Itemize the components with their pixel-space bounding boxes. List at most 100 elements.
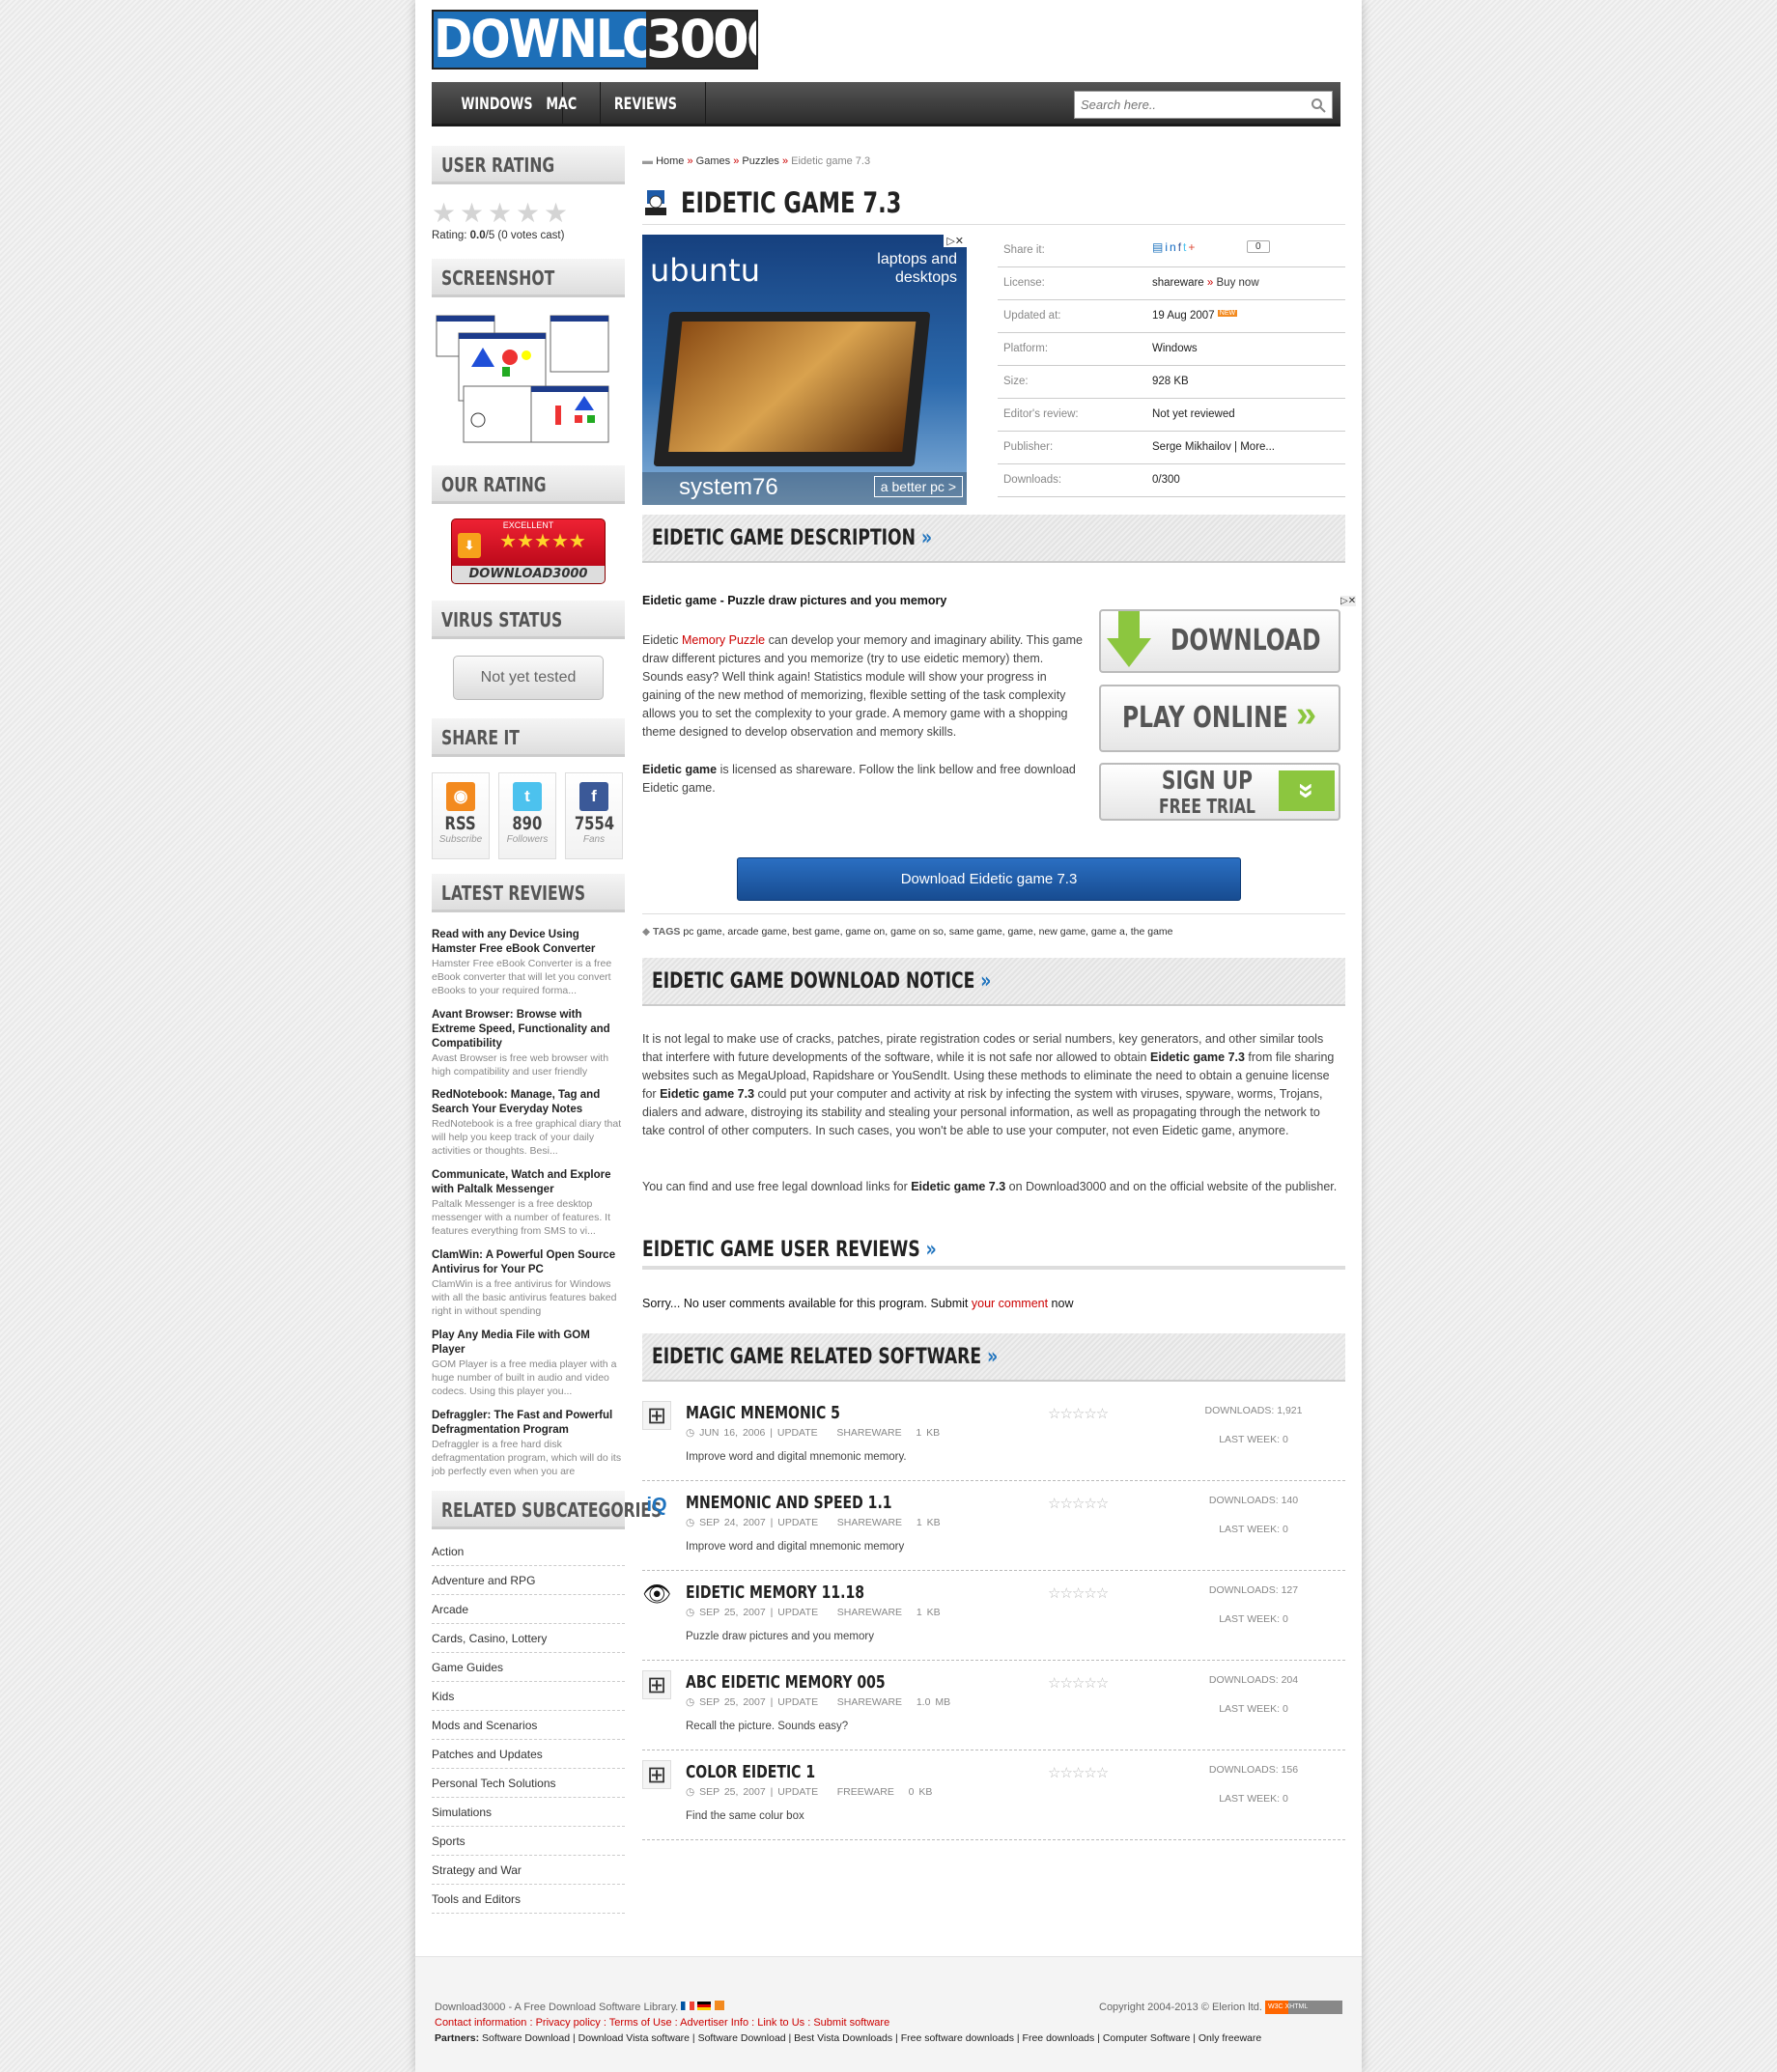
related-item: ⊞ MAGIC MNEMONIC 5 ◷ JUN 16, 2006 | UPDA… <box>642 1391 1345 1481</box>
review-title[interactable]: Play Any Media File with GOM Player <box>432 1329 625 1358</box>
subcategory-item[interactable]: Game Guides <box>432 1653 625 1682</box>
site-logo[interactable]: DOWNLOAD 3000 <box>432 10 758 70</box>
download-button[interactable]: Download Eidetic game 7.3 <box>737 857 1241 901</box>
footer-link[interactable]: Link to Us <box>757 2017 804 2029</box>
review-desc: ClamWin is a free antivirus for Windows … <box>432 1278 617 1317</box>
breadcrumb-puzzles[interactable]: Puzzles <box>742 155 779 167</box>
related-item-name[interactable]: ABC EIDETIC MEMORY 005 <box>686 1672 886 1693</box>
description-title: EIDETIC GAME DESCRIPTION » <box>652 526 933 550</box>
footer-link[interactable]: Privacy policy <box>536 2017 601 2029</box>
rss-icon: ◉ <box>446 782 475 811</box>
no-comments-text: Sorry... No user comments available for … <box>642 1297 1074 1310</box>
footer-link[interactable]: Terms of Use <box>609 2017 672 2029</box>
star-icon[interactable]: ★ <box>460 200 486 227</box>
subcategory-item[interactable]: Mods and Scenarios <box>432 1711 625 1740</box>
star-icon[interactable]: ★ <box>544 200 570 227</box>
footer-copyright: Copyright 2004-2013 © Elerion ltd. W3C X… <box>1099 2001 1342 2014</box>
related-item-name[interactable]: COLOR EIDETIC 1 <box>686 1762 815 1782</box>
subcategory-item[interactable]: Kids <box>432 1682 625 1711</box>
share-rss[interactable]: ◉ RSS Subscribe <box>432 772 490 859</box>
share-facebook[interactable]: f 7554 Fans <box>565 772 623 859</box>
footer-link[interactable]: Contact information <box>435 2017 526 2029</box>
related-item-name[interactable]: MNEMONIC AND SPEED 1.1 <box>686 1493 892 1513</box>
subcategory-item[interactable]: Tools and Editors <box>432 1885 625 1914</box>
subcategory-item[interactable]: Arcade <box>432 1595 625 1624</box>
digg-icon: ▤ <box>1152 240 1166 254</box>
subcategory-item[interactable]: Sports <box>432 1827 625 1856</box>
app-icon <box>642 186 669 217</box>
review-item[interactable]: ClamWin: A Powerful Open Source Antiviru… <box>432 1248 625 1319</box>
subcategory-item[interactable]: Strategy and War <box>432 1856 625 1885</box>
review-item[interactable]: Communicate, Watch and Explore with Palt… <box>432 1168 625 1239</box>
share-twitter[interactable]: t 890 Followers <box>498 772 556 859</box>
nav-reviews[interactable]: REVIEWS <box>586 82 706 126</box>
publisher-link[interactable]: Serge Mikhailov <box>1152 441 1231 453</box>
related-item-desc: Improve word and digital mnemonic memory… <box>686 1451 907 1463</box>
review-item[interactable]: Read with any Device Using Hamster Free … <box>432 928 625 998</box>
clock-icon: ◷ <box>686 1786 695 1798</box>
screenshot-thumbnail[interactable] <box>435 314 610 444</box>
ad-close-icon[interactable]: ▷✕ <box>944 235 967 247</box>
ad-signup-button[interactable]: SIGN UP FREE TRIAL » <box>1099 763 1340 821</box>
info-key: Updated at: <box>1003 310 1061 322</box>
star-icon[interactable]: ★ <box>488 200 514 227</box>
related-item-rating: ☆☆☆☆☆ <box>1048 1585 1109 1602</box>
ad-cta[interactable]: a better pc > <box>873 476 963 497</box>
w3c-badge-icon[interactable]: W3C XHTML <box>1265 2001 1342 2014</box>
review-item[interactable]: Defraggler: The Fast and Powerful Defrag… <box>432 1409 625 1479</box>
twitter-icon: t <box>513 782 542 811</box>
flag-de-icon[interactable] <box>697 2002 712 2010</box>
subcategory-item[interactable]: Patches and Updates <box>432 1740 625 1769</box>
tags-list[interactable]: pc game, arcade game, best game, game on… <box>683 926 1172 938</box>
submit-comment-link[interactable]: your comment <box>972 1297 1048 1310</box>
partner-links[interactable]: Software Download | Download Vista softw… <box>482 2032 1261 2044</box>
search-icon[interactable] <box>1311 98 1326 113</box>
breadcrumb-sep-icon: » <box>733 155 740 167</box>
breadcrumb-home[interactable]: Home <box>656 155 684 167</box>
footer-link[interactable]: Advertiser Info <box>680 2017 748 2029</box>
star-icon[interactable]: ★ <box>432 200 458 227</box>
subcategory-item[interactable]: Action <box>432 1537 625 1566</box>
star-icon[interactable]: ★ <box>516 200 542 227</box>
breadcrumb-games[interactable]: Games <box>696 155 730 167</box>
review-title[interactable]: RedNotebook: Manage, Tag and Search Your… <box>432 1088 625 1117</box>
review-item[interactable]: Avant Browser: Browse with Extreme Speed… <box>432 1008 625 1078</box>
publisher-more-link[interactable]: | More... <box>1234 441 1275 453</box>
memory-puzzle-link[interactable]: Memory Puzzle <box>682 633 765 647</box>
tags-label: TAGS <box>653 926 681 938</box>
review-desc: RedNotebook is a free graphical diary th… <box>432 1118 622 1157</box>
related-item-name[interactable]: MAGIC MNEMONIC 5 <box>686 1403 840 1423</box>
footer-link[interactable]: Submit software <box>813 2017 889 2029</box>
review-title[interactable]: ClamWin: A Powerful Open Source Antiviru… <box>432 1248 625 1277</box>
related-item-name[interactable]: EIDETIC MEMORY 11.18 <box>686 1582 864 1603</box>
review-item[interactable]: Play Any Media File with GOM Player GOM P… <box>432 1329 625 1399</box>
subcategory-item[interactable]: Adventure and RPG <box>432 1566 625 1595</box>
review-item[interactable]: RedNotebook: Manage, Tag and Search Your… <box>432 1088 625 1159</box>
info-key: Downloads: <box>1003 474 1062 486</box>
related-item-downloads: DOWNLOADS: 1,921 <box>1204 1405 1303 1416</box>
side-ad-close-icon[interactable]: ▷✕ <box>1340 596 1357 606</box>
buy-now-link[interactable]: Buy now <box>1217 277 1259 289</box>
subcategory-item[interactable]: Simulations <box>432 1798 625 1827</box>
rss-footer-icon[interactable] <box>714 2001 724 2010</box>
review-title[interactable]: Defraggler: The Fast and Powerful Defrag… <box>432 1409 625 1438</box>
review-title[interactable]: Avant Browser: Browse with Extreme Speed… <box>432 1008 625 1051</box>
subcategory-item[interactable]: Cards, Casino, Lottery <box>432 1624 625 1653</box>
flag-fr-icon[interactable] <box>681 2002 695 2010</box>
related-item-downloads: DOWNLOADS: 140 <box>1208 1495 1299 1506</box>
related-item-meta: ◷ SEP 25, 2007 | UPDATE FREEWARE 0 KB <box>686 1786 933 1798</box>
info-value: 19 Aug 2007 NEW <box>1152 310 1238 322</box>
ad-play-online-button[interactable]: PLAY ONLINE » <box>1099 685 1340 752</box>
share-icons[interactable]: ▤inft+ <box>1152 240 1197 254</box>
review-title[interactable]: Communicate, Watch and Explore with Palt… <box>432 1168 625 1197</box>
subcategory-item[interactable]: Personal Tech Solutions <box>432 1769 625 1798</box>
search-input[interactable] <box>1075 92 1307 118</box>
folder-icon: ▬ <box>642 155 653 167</box>
breadcrumb-sep-icon: » <box>781 155 789 167</box>
user-rating-stars[interactable]: ★ ★ ★ ★ ★ <box>432 200 572 227</box>
related-item-rating: ☆☆☆☆☆ <box>1048 1765 1109 1781</box>
ad-banner[interactable]: ubuntu laptops and desktops system76 a be… <box>642 235 967 505</box>
review-title[interactable]: Read with any Device Using Hamster Free … <box>432 928 625 957</box>
ad-download-button[interactable]: DOWNLOAD <box>1099 609 1340 673</box>
related-item-desc: Recall the picture. Sounds easy? <box>686 1721 849 1732</box>
